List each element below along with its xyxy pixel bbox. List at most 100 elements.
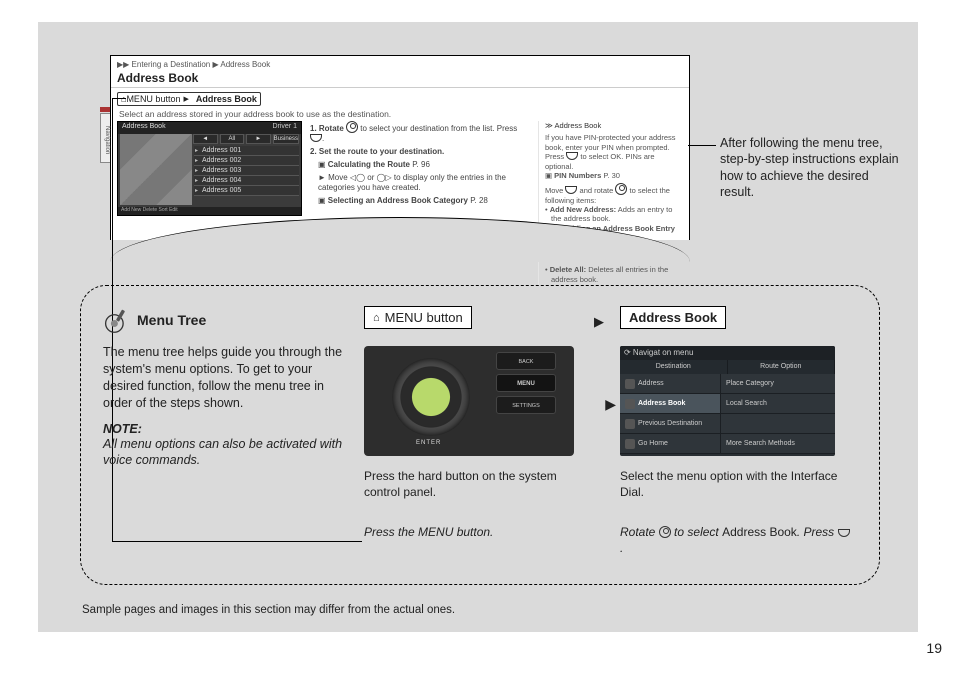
list-item: Address 001: [194, 146, 299, 156]
nav-item: More Search Methods: [720, 434, 835, 454]
side-p2a: Move: [545, 186, 563, 195]
list-item: Address 003: [194, 166, 299, 176]
tab-all: All: [220, 134, 245, 144]
map-thumbnail: [120, 134, 192, 205]
li2-text: Selects Sort by Name or Sort by Distance…: [551, 245, 676, 263]
menu-tree-text-col: Menu Tree The menu tree helps guide you …: [103, 306, 348, 572]
screenshot-container: Address Book Driver 1 ◄ All ► Business A…: [117, 121, 302, 286]
nav-side-tab: Navigation: [100, 113, 110, 163]
li2-label: Sort:: [550, 245, 568, 254]
screenshot-footer: Add New Delete Sort Edit: [118, 207, 301, 215]
step3: ► Move ◁◯ or ◯▷ to display only the entr…: [310, 173, 530, 193]
chevron-right-icon: ▶: [183, 95, 188, 103]
nav-item-selected: Address Book: [638, 400, 685, 407]
step1-a: 1. Rotate: [310, 124, 344, 133]
callout-text: After following the menu tree, step-by-s…: [720, 135, 900, 200]
cap2-b: to select: [674, 525, 719, 539]
li1-ref: Adding an Address Book Entry: [564, 224, 675, 233]
menu-hard-button: MENU: [496, 374, 556, 392]
step3-ref: Selecting an Address Book Category: [328, 196, 468, 205]
menu-button-label-box: ⌂ MENU button: [364, 306, 472, 329]
step1-b: to select your destination from the list…: [360, 124, 517, 133]
step2-page: P. 96: [412, 160, 430, 169]
side-header: Address Book: [555, 121, 602, 130]
menu-tree-icon: [103, 306, 131, 334]
press-icon: [565, 186, 577, 194]
menu-tree-title: Menu Tree: [137, 312, 206, 328]
nav-item: Place Category: [720, 374, 835, 394]
arrow-right-icon: ▶: [605, 396, 616, 413]
nav-menu-screenshot: ⟳ Navigat on menu Destination Route Opti…: [620, 346, 835, 456]
menu-button-label: MENU button: [385, 310, 463, 325]
row-icon: [625, 399, 635, 409]
pin-page: P. 30: [603, 171, 620, 180]
nav-tab-destination: Destination: [620, 360, 728, 374]
list-item: Address 004: [194, 176, 299, 186]
cap2-a: Rotate: [620, 525, 655, 539]
driver-label: Driver 1: [272, 123, 297, 130]
press-icon: [838, 529, 850, 537]
address-list: Address 001 Address 002 Address 003 Addr…: [194, 146, 299, 205]
dial-icon: [346, 121, 358, 133]
footnote: Sample pages and images in this section …: [82, 604, 455, 616]
note-label: NOTE:: [103, 422, 348, 436]
hw-caption: Press the hard button on the system cont…: [364, 468, 584, 500]
li1-page: P. 25: [551, 233, 568, 242]
cap2-d: . Press: [797, 525, 834, 539]
menu-button-icon: ⌂: [373, 312, 380, 324]
list-item: Address 002: [194, 156, 299, 166]
menu-path-button: MENU button: [126, 94, 180, 104]
excerpt-title: Address Book: [111, 69, 689, 88]
row-icon: [625, 419, 635, 429]
tab-business: Business: [273, 134, 299, 144]
nav-item: Address: [638, 380, 664, 387]
menu-path-dest: Address Book: [196, 94, 257, 104]
menu-tree-panel: Menu Tree The menu tree helps guide you …: [80, 285, 880, 585]
step3-page: P. 28: [470, 196, 488, 205]
screen-caption-italic: Rotate to select Address Book. Press .: [620, 524, 850, 556]
press-icon: [310, 134, 322, 142]
hw-caption-italic: Press the MENU button.: [364, 524, 594, 540]
nav-tab-route: Route Option: [728, 360, 836, 374]
arrow-right-icon: ▶: [594, 314, 604, 330]
callout-line: [688, 145, 716, 146]
leader-line: [112, 98, 126, 99]
nav-item: Go Home: [638, 440, 668, 447]
step-instructions: 1. Rotate to select your destination fro…: [310, 121, 530, 286]
side-p2b: and rotate: [580, 186, 614, 195]
menu-path-box: ⌂ MENU button ▶ Address Book: [117, 92, 261, 106]
settings-button: SETTINGS: [496, 396, 556, 414]
pin-ref: PIN Numbers: [554, 171, 601, 180]
excerpt-description: Select an address stored in your address…: [111, 109, 689, 121]
enter-label: ENTER: [416, 440, 441, 446]
breadcrumb: ▶▶ Entering a Destination ▶ Address Book: [111, 56, 689, 69]
step2-ref: Calculating the Route: [328, 160, 410, 169]
screen-caption: Select the menu option with the Interfac…: [620, 468, 840, 500]
tab-left: ◄: [193, 134, 218, 144]
nav-item: Previous Destination: [638, 420, 702, 427]
dial-icon: [659, 526, 671, 538]
nav-title-bar: ⟳ Navigat on menu: [620, 346, 835, 360]
li3-label: Delete All:: [550, 265, 586, 274]
cap2-c: Address Book: [722, 525, 797, 539]
back-button: BACK: [496, 352, 556, 370]
row-icon: [625, 439, 635, 449]
nav-item: Local Search: [720, 394, 835, 414]
manual-excerpt-panel: ▶▶ Entering a Destination ▶ Address Book…: [110, 55, 690, 240]
li1-label: Add New Address:: [550, 205, 616, 214]
screenshot-header: Address Book: [122, 123, 166, 130]
step2: 2. Set the route to your destination.: [310, 147, 444, 156]
tab-right: ►: [246, 134, 271, 144]
press-icon: [566, 152, 578, 160]
page-number: 19: [926, 640, 942, 656]
menu-tree-body: The menu tree helps guide you through th…: [103, 344, 348, 412]
interface-dial: [392, 358, 470, 436]
address-book-label: Address Book: [629, 310, 717, 325]
nav-item: [720, 414, 835, 434]
hardware-column: ⌂ MENU button ENTER BACK MENU SETTINGS ▶…: [374, 306, 594, 572]
row-icon: [625, 379, 635, 389]
address-book-screenshot: Address Book Driver 1 ◄ All ► Business A…: [117, 121, 302, 216]
note-text: All menu options can also be activated w…: [103, 436, 348, 470]
side-notes: ≫ Address Book If you have PIN-protected…: [538, 121, 683, 286]
control-panel-photo: ENTER BACK MENU SETTINGS: [364, 346, 574, 456]
